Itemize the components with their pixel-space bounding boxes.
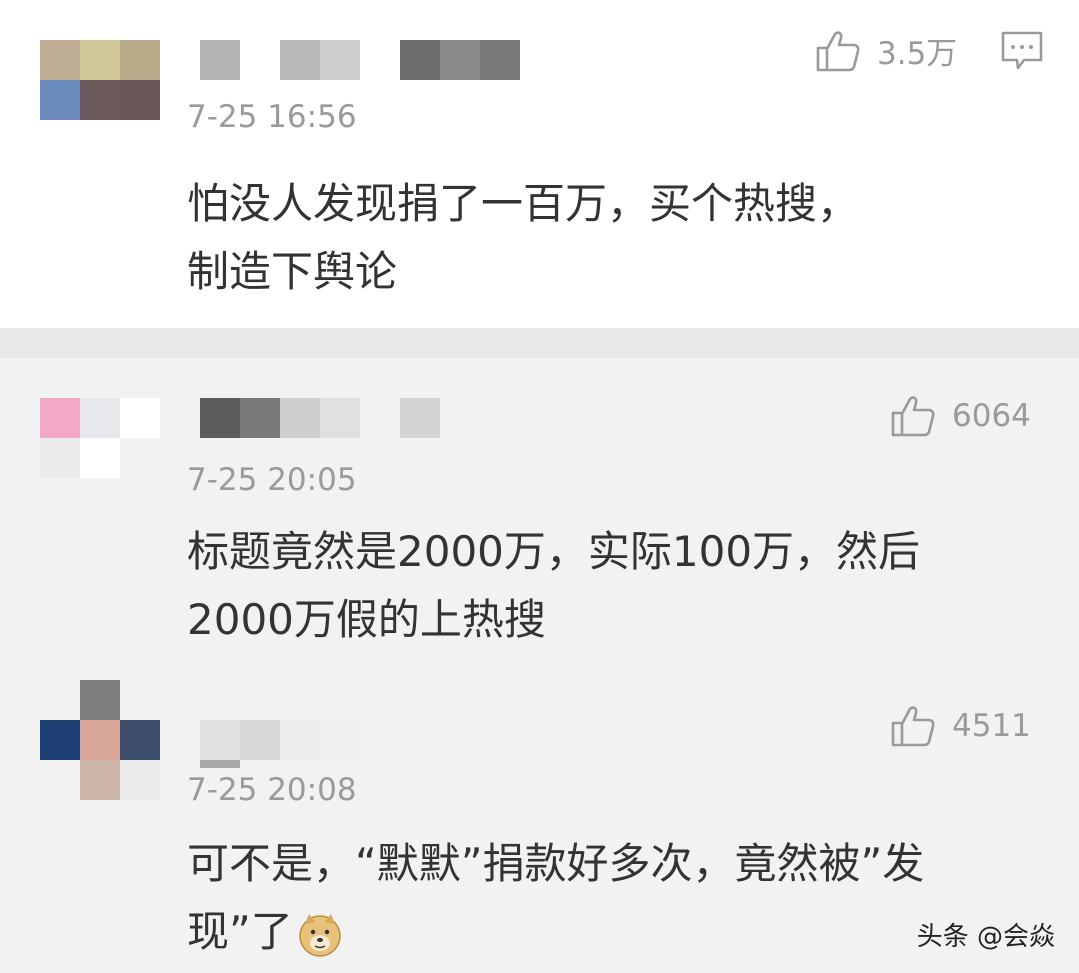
comment-text-line: 怕没人发现捐了一百万，买个热搜， — [187, 179, 860, 228]
like-button[interactable]: 4511 — [890, 704, 1031, 748]
comment-time: 7-25 16:56 — [187, 99, 357, 135]
comment-text-line: 标题竟然是2000万，实际100万，然后 — [187, 527, 921, 576]
username-pixelated[interactable] — [200, 720, 360, 760]
like-count: 6064 — [952, 398, 1031, 434]
comment-card: 7-25 20:05 标题竟然是2000万，实际100万，然后 2000万假的上… — [0, 358, 1079, 668]
avatar[interactable] — [40, 40, 160, 120]
comment-text: 可不是，“默默”捐款好多次，竟然被”发 现”了 — [187, 830, 1007, 966]
comment-text: 怕没人发现捐了一百万，买个热搜， 制造下舆论 — [187, 170, 1007, 306]
thumbs-up-icon — [891, 396, 935, 437]
comment-text-line: 制造下舆论 — [187, 247, 398, 296]
reply-icon[interactable] — [1000, 30, 1044, 72]
avatar[interactable] — [40, 398, 160, 478]
comment-card: 7-25 16:56 怕没人发现捐了一百万，买个热搜， 制造下舆论 3.5万 — [0, 0, 1079, 328]
comment-text-line: 2000万假的上热搜 — [187, 595, 546, 644]
like-button[interactable]: 3.5万 — [815, 28, 957, 73]
comment-text: 标题竟然是2000万，实际100万，然后 2000万假的上热搜 — [187, 518, 1007, 654]
thumbs-up-icon — [816, 30, 860, 71]
like-count: 3.5万 — [877, 36, 958, 72]
comment-text-line: 现”了 — [187, 898, 1007, 966]
comment-time: 7-25 20:08 — [187, 772, 357, 808]
thumbs-up-icon — [891, 706, 935, 747]
username-pixelated[interactable] — [200, 398, 440, 438]
like-count: 4511 — [952, 708, 1031, 744]
watermark: 头条 @会焱 — [916, 922, 1055, 952]
like-button[interactable]: 6064 — [890, 394, 1031, 438]
section-divider — [0, 328, 1079, 358]
avatar[interactable] — [40, 720, 160, 800]
comment-text-line: 可不是，“默默”捐款好多次，竟然被”发 — [187, 839, 925, 888]
username-pixelated[interactable] — [200, 40, 520, 80]
doge-emoji-icon — [299, 913, 341, 957]
comment-time: 7-25 20:05 — [187, 462, 357, 498]
